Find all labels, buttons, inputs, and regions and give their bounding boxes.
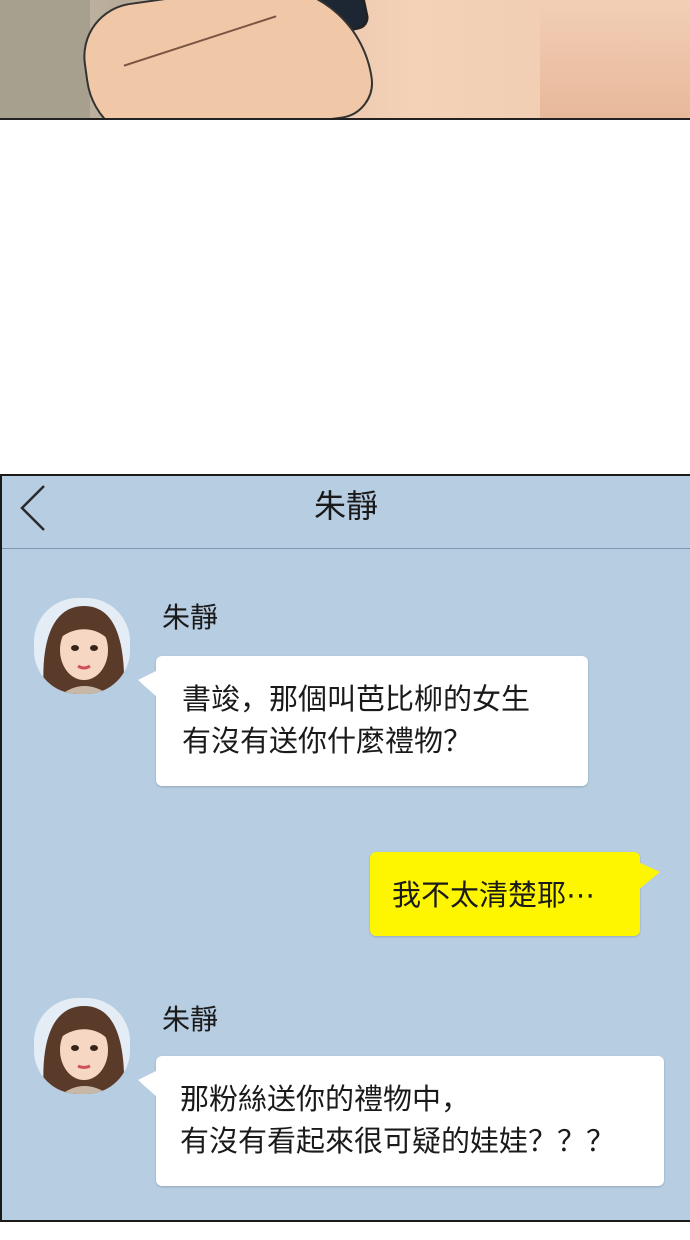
- message-bubble-incoming[interactable]: 書竣，那個叫芭比柳的女生 有沒有送你什麼禮物？: [138, 656, 588, 786]
- message-line: 有沒有送你什麼禮物？: [182, 724, 473, 758]
- sender-name: 朱靜: [162, 1003, 219, 1036]
- comic-panel-illustration: [0, 0, 690, 120]
- bubble-tail: [138, 1070, 158, 1098]
- avatar[interactable]: [34, 598, 130, 694]
- message-line: 有沒有看起來很可疑的娃娃？？？: [180, 1124, 616, 1158]
- message-line: 書竣，那個叫芭比柳的女生: [182, 682, 531, 716]
- bubble-tail: [638, 862, 660, 890]
- message-line: 那粉絲送你的禮物中，: [180, 1082, 471, 1116]
- bubble-tail: [138, 670, 158, 698]
- panel-background: [0, 0, 90, 118]
- chat-screen: 朱靜 朱靜 書竣，那個叫芭比柳的女生 有沒有送你什麼禮物？ 我不太清楚耶⋯ 朱靜…: [0, 474, 690, 1222]
- chat-title: 朱靜: [313, 487, 378, 525]
- shoulder-illustration: [540, 0, 690, 118]
- chat-header: 朱靜: [2, 476, 690, 549]
- message-bubble-outgoing[interactable]: 我不太清楚耶⋯: [370, 852, 660, 936]
- message-line: 我不太清楚耶⋯: [392, 878, 596, 912]
- message-bubble-incoming[interactable]: 那粉絲送你的禮物中， 有沒有看起來很可疑的娃娃？？？: [138, 1056, 664, 1186]
- hand-illustration: [76, 0, 378, 118]
- sender-name: 朱靜: [162, 601, 219, 634]
- avatar[interactable]: [34, 998, 130, 1094]
